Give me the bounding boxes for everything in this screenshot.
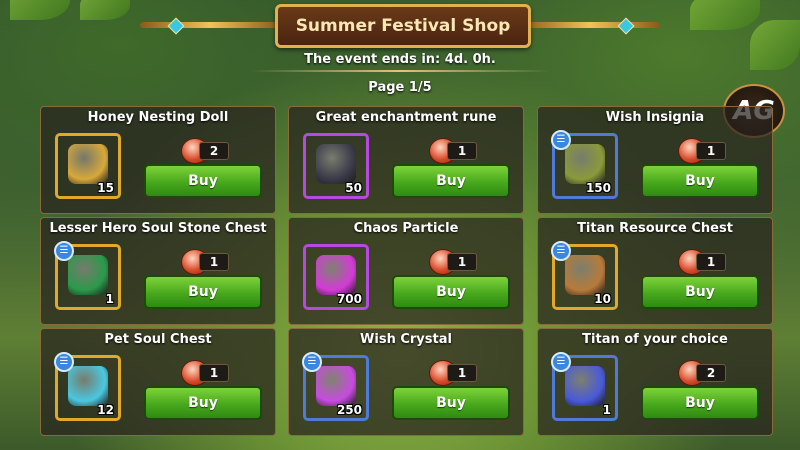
item-quantity: 150 — [585, 181, 611, 195]
cost-value: 1 — [447, 253, 477, 271]
item-name: Honey Nesting Doll — [87, 110, 229, 125]
page-indicator: Page 1/5 — [368, 80, 432, 95]
cost-value: 1 — [199, 253, 229, 271]
item-name: Pet Soul Chest — [104, 332, 212, 347]
item-quantity: 12 — [97, 403, 114, 417]
item-art — [565, 144, 605, 184]
item-quantity: 10 — [594, 292, 611, 306]
shop-item-card: Wish Crystal ☰ 250 1 Buy — [288, 328, 524, 436]
item-art — [316, 366, 356, 406]
item-name: Titan Resource Chest — [577, 221, 733, 236]
list-icon[interactable]: ☰ — [551, 130, 571, 150]
item-art — [565, 255, 605, 295]
list-icon[interactable]: ☰ — [551, 241, 571, 261]
leaf-decoration — [80, 0, 130, 20]
shop-title: Summer Festival Shop — [275, 4, 531, 48]
buy-button[interactable]: Buy — [392, 386, 510, 420]
shop-item-card: Great enchantment rune 50 1 Buy — [288, 106, 524, 214]
item-name: Wish Insignia — [605, 110, 705, 125]
buy-button[interactable]: Buy — [144, 164, 262, 198]
item-name: Great enchantment rune — [315, 110, 497, 125]
crystal-icon[interactable]: ☰ 250 — [302, 352, 369, 421]
item-art — [68, 366, 108, 406]
item-name: Wish Crystal — [360, 332, 452, 347]
item-quantity: 1 — [602, 403, 611, 417]
item-art — [316, 144, 356, 184]
item-cost: 1 — [429, 249, 479, 275]
shop-item-card: Wish Insignia ☰ 150 1 Buy — [537, 106, 773, 214]
buy-button[interactable]: Buy — [392, 164, 510, 198]
cost-value: 1 — [696, 142, 726, 160]
item-cost: 1 — [181, 360, 231, 386]
item-cost: 2 — [181, 138, 231, 164]
item-quantity: 15 — [97, 181, 114, 195]
item-art — [316, 255, 356, 295]
item-quantity: 700 — [336, 292, 362, 306]
buy-button[interactable]: Buy — [144, 275, 262, 309]
list-icon[interactable]: ☰ — [54, 241, 74, 261]
cost-value: 1 — [447, 364, 477, 382]
gem-icon — [617, 17, 635, 35]
item-quantity: 1 — [105, 292, 114, 306]
header-wing-left — [140, 6, 280, 40]
titan-icon[interactable]: ☰ 1 — [551, 352, 618, 421]
cost-value: 2 — [199, 142, 229, 160]
list-icon[interactable]: ☰ — [302, 352, 322, 372]
item-art — [68, 255, 108, 295]
shop-item-card: Chaos Particle 700 1 Buy — [288, 217, 524, 325]
cost-value: 1 — [696, 253, 726, 271]
list-icon[interactable]: ☰ — [54, 352, 74, 372]
cost-value: 2 — [696, 364, 726, 382]
green-chest-icon[interactable]: ☰ 1 — [54, 241, 121, 310]
item-name: Chaos Particle — [353, 221, 459, 236]
item-quantity: 250 — [336, 403, 362, 417]
buy-button[interactable]: Buy — [144, 386, 262, 420]
pet-chest-icon[interactable]: ☰ 12 — [54, 352, 121, 421]
cost-value: 1 — [199, 364, 229, 382]
gem-icon — [167, 17, 185, 35]
shop-item-card: Honey Nesting Doll 15 2 Buy — [40, 106, 276, 214]
shop-item-card: Titan Resource Chest ☰ 10 1 Buy — [537, 217, 773, 325]
item-name: Titan of your choice — [582, 332, 728, 347]
shop-item-card: Lesser Hero Soul Stone Chest ☰ 1 1 Buy — [40, 217, 276, 325]
leaf-decoration — [10, 0, 70, 20]
shop-item-card: Titan of your choice ☰ 1 2 Buy — [537, 328, 773, 436]
leaf-decoration — [690, 0, 760, 30]
event-timer: The event ends in: 4d. 0h. — [304, 52, 496, 67]
item-art — [565, 366, 605, 406]
item-quantity: 50 — [345, 181, 362, 195]
item-cost: 1 — [181, 249, 231, 275]
item-art — [68, 144, 108, 184]
rune-icon[interactable]: 50 — [303, 133, 369, 199]
list-icon[interactable]: ☰ — [551, 352, 571, 372]
header-wing-right — [520, 6, 660, 40]
item-cost: 2 — [678, 360, 728, 386]
item-cost: 1 — [678, 249, 728, 275]
cost-value: 1 — [447, 142, 477, 160]
item-name: Lesser Hero Soul Stone Chest — [49, 221, 267, 236]
cube-icon[interactable]: 700 — [303, 244, 369, 310]
insignia-chest-icon[interactable]: ☰ 150 — [551, 130, 618, 199]
item-cost: 1 — [429, 360, 479, 386]
shop-item-card: Pet Soul Chest ☰ 12 1 Buy — [40, 328, 276, 436]
buy-button[interactable]: Buy — [392, 275, 510, 309]
item-cost: 1 — [678, 138, 728, 164]
buy-button[interactable]: Buy — [641, 386, 759, 420]
item-cost: 1 — [429, 138, 479, 164]
buy-button[interactable]: Buy — [641, 164, 759, 198]
buy-button[interactable]: Buy — [641, 275, 759, 309]
bee-doll-icon[interactable]: 15 — [55, 133, 121, 199]
divider — [250, 70, 550, 72]
titan-chest-icon[interactable]: ☰ 10 — [551, 241, 618, 310]
